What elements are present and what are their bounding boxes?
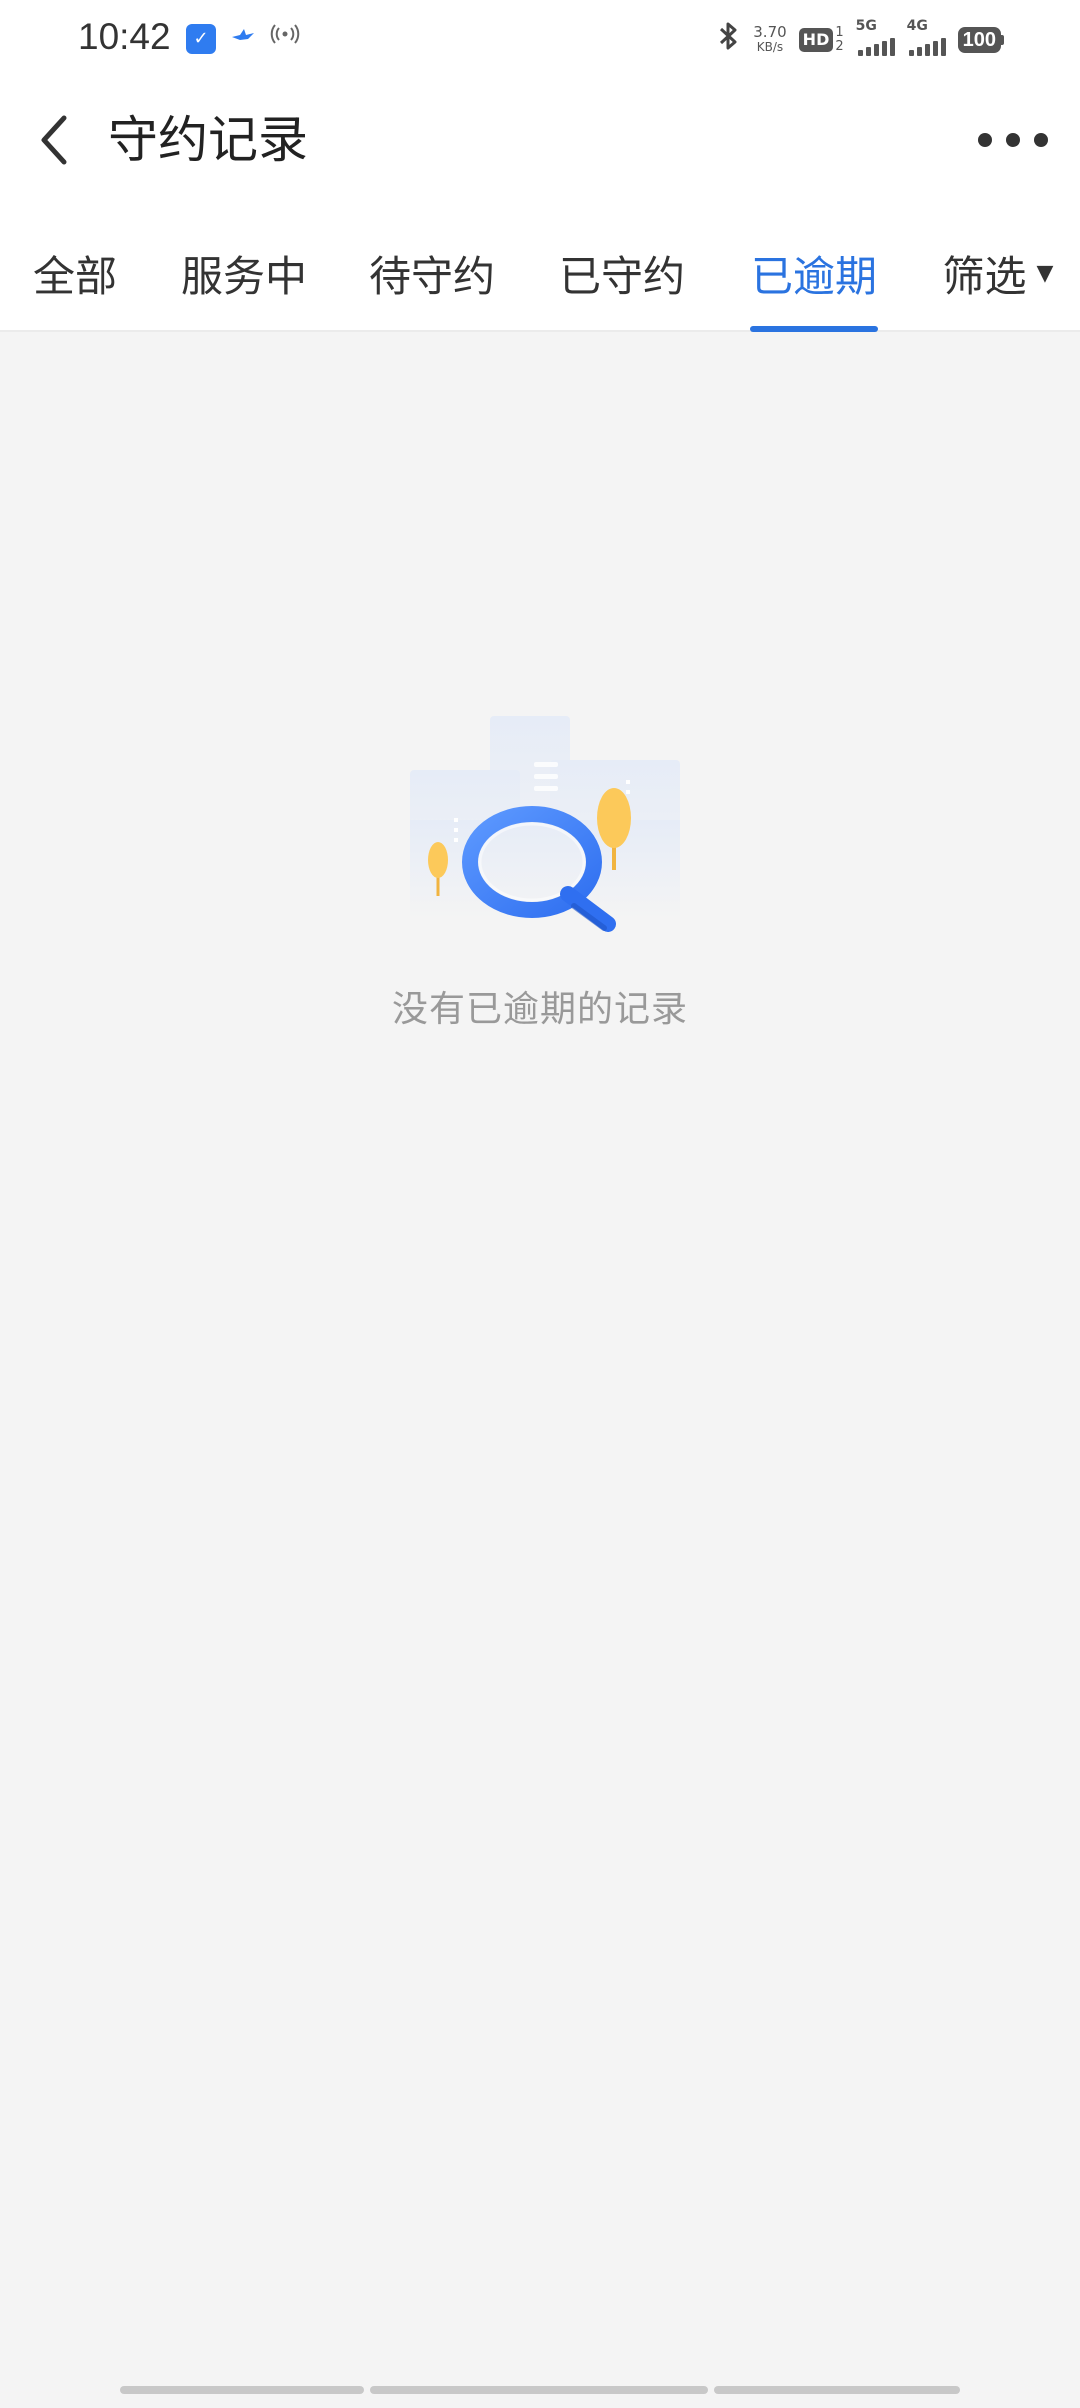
title-bar: 守约记录 (0, 80, 1080, 214)
status-right-icons: 3.70 KB/s HD 1 2 5G 4G 100 (717, 18, 1004, 60)
app-notification-icon: ✓ (186, 24, 216, 54)
net-speed-unit: KB/s (756, 40, 784, 54)
signal-4g-bars (907, 38, 946, 56)
chevron-left-icon (41, 115, 67, 165)
page-title: 守约记录 (108, 111, 308, 169)
tab-overdue-label: 已逾期 (750, 251, 877, 301)
hotspot-icon (270, 22, 300, 56)
hd-sub: 1 2 (835, 26, 843, 54)
battery-level: 100 (957, 27, 1001, 53)
tab-filter[interactable]: 筛选 ▼ (936, 214, 1060, 332)
tab-kept[interactable]: 已守约 (550, 214, 694, 332)
tab-all-label: 全部 (32, 251, 117, 301)
tab-pending-label: 待守约 (368, 251, 495, 301)
status-bar: 10:42 ✓ 3.70 KB/s HD 1 2 5G 4G 100 (0, 0, 1080, 80)
signal-4g-tag: 4G (906, 18, 928, 34)
bird-app-icon (230, 24, 256, 54)
net-speed-value: 3.70 (753, 23, 787, 41)
battery-cap (1001, 35, 1004, 45)
tab-filter-label: 筛选 (942, 251, 1027, 301)
active-tab-indicator (750, 326, 878, 332)
more-dot-icon (978, 133, 992, 147)
hd-sub-top: 1 (835, 25, 844, 40)
more-button[interactable] (978, 120, 1048, 160)
magnifier-empty-illustration (410, 716, 680, 932)
gesture-segment (120, 2386, 364, 2394)
tab-pending[interactable]: 待守约 (360, 214, 504, 332)
bluetooth-icon (717, 20, 741, 60)
tab-all[interactable]: 全部 (20, 214, 130, 332)
net-speed: 3.70 KB/s (753, 25, 786, 55)
hd-label: HD (798, 28, 834, 52)
signal-5g-bars (856, 38, 895, 56)
signal-5g-icon: 5G (856, 18, 895, 56)
gesture-segment (714, 2386, 960, 2394)
tab-overdue[interactable]: 已逾期 (742, 214, 886, 332)
tab-in-service-label: 服务中 (180, 251, 307, 301)
status-left-icons: ✓ (186, 22, 300, 56)
tab-kept-label: 已守约 (558, 251, 685, 301)
status-time: 10:42 (78, 16, 171, 57)
more-dot-icon (1034, 133, 1048, 147)
signal-5g-tag: 5G (855, 18, 877, 34)
tab-bar: 全部 服务中 待守约 已守约 已逾期 筛选 ▼ (0, 214, 1080, 332)
caret-down-icon: ▼ (1036, 260, 1054, 286)
gesture-bar[interactable] (120, 2386, 960, 2394)
more-dot-icon (1006, 133, 1020, 147)
battery-icon: 100 (957, 27, 1004, 53)
signal-4g-icon: 4G (907, 18, 946, 56)
tab-in-service[interactable]: 服务中 (172, 214, 316, 332)
hd-badge: HD 1 2 (798, 26, 844, 54)
empty-state-message: 没有已逾期的记录 (391, 989, 688, 1030)
hd-sub-bottom: 2 (835, 39, 844, 54)
gesture-segment (370, 2386, 708, 2394)
back-button[interactable] (24, 110, 84, 170)
empty-state: 没有已逾期的记录 (0, 700, 1080, 1032)
